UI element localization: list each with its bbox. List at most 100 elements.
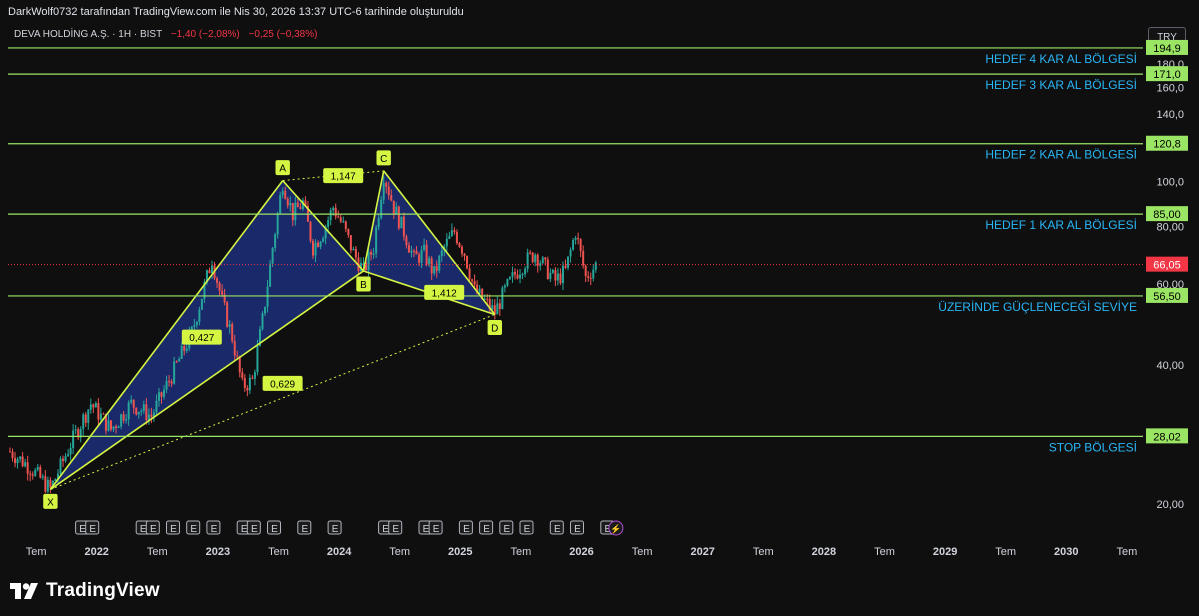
pattern-ratio: 1,147 <box>331 172 356 183</box>
level-price-tag: 85,00 <box>1153 209 1181 221</box>
candle-body <box>94 403 97 408</box>
candle-body <box>491 305 494 310</box>
candle-body <box>413 250 415 252</box>
candle-body <box>440 250 443 257</box>
time-tick-label: 2022 <box>84 546 108 558</box>
earnings-marker: E <box>301 524 308 535</box>
candle-body <box>498 303 501 310</box>
candle-body <box>110 420 112 430</box>
candle-body <box>296 202 299 208</box>
candle-body <box>544 257 547 260</box>
candle-body <box>261 313 264 330</box>
candle-body <box>62 458 65 461</box>
candle-body <box>322 238 325 242</box>
time-tick-label: Tem <box>632 546 653 558</box>
candle-body <box>256 346 259 373</box>
time-tick-label: Tem <box>268 546 289 558</box>
candle-body <box>463 253 466 256</box>
candle-body <box>529 252 532 254</box>
candle-body <box>16 458 19 464</box>
candle-body <box>390 195 393 201</box>
candle-body <box>337 216 340 218</box>
candle-body <box>271 248 274 264</box>
earnings-marker: E <box>271 524 278 535</box>
level-price-tag: 56,50 <box>1153 291 1181 303</box>
candle-body <box>21 456 24 467</box>
candle-body <box>579 239 582 251</box>
candle-body <box>183 345 186 351</box>
earnings-marker: E <box>89 524 96 535</box>
candle-body <box>11 451 14 459</box>
candle-body <box>410 250 413 253</box>
candle-body <box>584 265 587 277</box>
candle-body <box>221 290 224 295</box>
candle-body <box>246 387 249 391</box>
candle-body <box>385 182 388 187</box>
candle-body <box>145 404 148 420</box>
candle-body <box>44 476 47 492</box>
candle-body <box>137 411 140 415</box>
earnings-marker: E <box>211 524 218 535</box>
candle-body <box>173 361 176 384</box>
candle-body <box>559 273 562 284</box>
candle-body <box>400 216 403 229</box>
time-tick-label: Tem <box>511 546 532 558</box>
earnings-marker: E <box>332 524 339 535</box>
candle-body <box>506 279 509 286</box>
candle-body <box>140 410 143 412</box>
candle-body <box>415 250 418 255</box>
price-tick-label: 20,00 <box>1156 499 1184 511</box>
candle-body <box>574 237 577 240</box>
candle-body <box>347 228 350 236</box>
pattern-point-B: B <box>360 280 367 291</box>
candle-body <box>458 243 461 247</box>
candle-body <box>89 404 92 410</box>
candle-body <box>395 206 398 214</box>
candle-body <box>87 409 90 423</box>
candle-body <box>150 414 153 417</box>
candle-body <box>402 216 405 237</box>
candle-body <box>266 286 269 307</box>
candle-body <box>130 399 133 403</box>
candle-body <box>142 404 145 411</box>
candle-body <box>248 377 251 391</box>
candle-body <box>511 272 514 278</box>
candle-body <box>34 469 37 476</box>
tradingview-logo[interactable]: TradingView <box>10 578 160 604</box>
candle-body <box>486 298 489 300</box>
candle-body <box>531 252 534 263</box>
candle-body <box>163 389 166 397</box>
event-markers: E E E E E E E E E E E E E E E E E E E E E E E ⚡ <box>75 520 624 536</box>
candle-body <box>216 278 219 283</box>
candle-body <box>19 456 22 459</box>
candle-body <box>471 279 474 282</box>
candle-body <box>314 242 317 256</box>
candle-body <box>59 458 62 474</box>
candle-body <box>587 276 590 278</box>
candle-body <box>564 265 567 268</box>
candle-body <box>82 414 85 429</box>
candle-body <box>231 324 234 342</box>
candle-body <box>448 236 451 239</box>
candle-body <box>97 403 100 420</box>
time-tick-label: 2024 <box>327 546 352 558</box>
lightning-icon: ⚡ <box>610 523 621 535</box>
candle-body <box>387 186 390 196</box>
footer-brand: TradingView <box>46 580 160 601</box>
earnings-marker: E <box>150 524 157 535</box>
candle-body <box>428 258 431 265</box>
candle-body <box>284 190 287 199</box>
price-chart[interactable]: 20,0040,0060,0080,00100,0120,0140,0160,0… <box>0 0 1199 616</box>
time-tick-label: 2028 <box>812 546 836 558</box>
candle-body <box>534 254 537 263</box>
candle-body <box>433 266 436 274</box>
candle-body <box>281 190 284 196</box>
candle-body <box>49 479 52 488</box>
candle-body <box>193 325 196 327</box>
candle-body <box>334 207 337 217</box>
price-tick-label: 100,0 <box>1156 177 1184 189</box>
earnings-marker: E <box>170 524 177 535</box>
time-tick-label: Tem <box>995 546 1016 558</box>
candle-body <box>165 381 168 390</box>
candle-body <box>274 234 277 249</box>
